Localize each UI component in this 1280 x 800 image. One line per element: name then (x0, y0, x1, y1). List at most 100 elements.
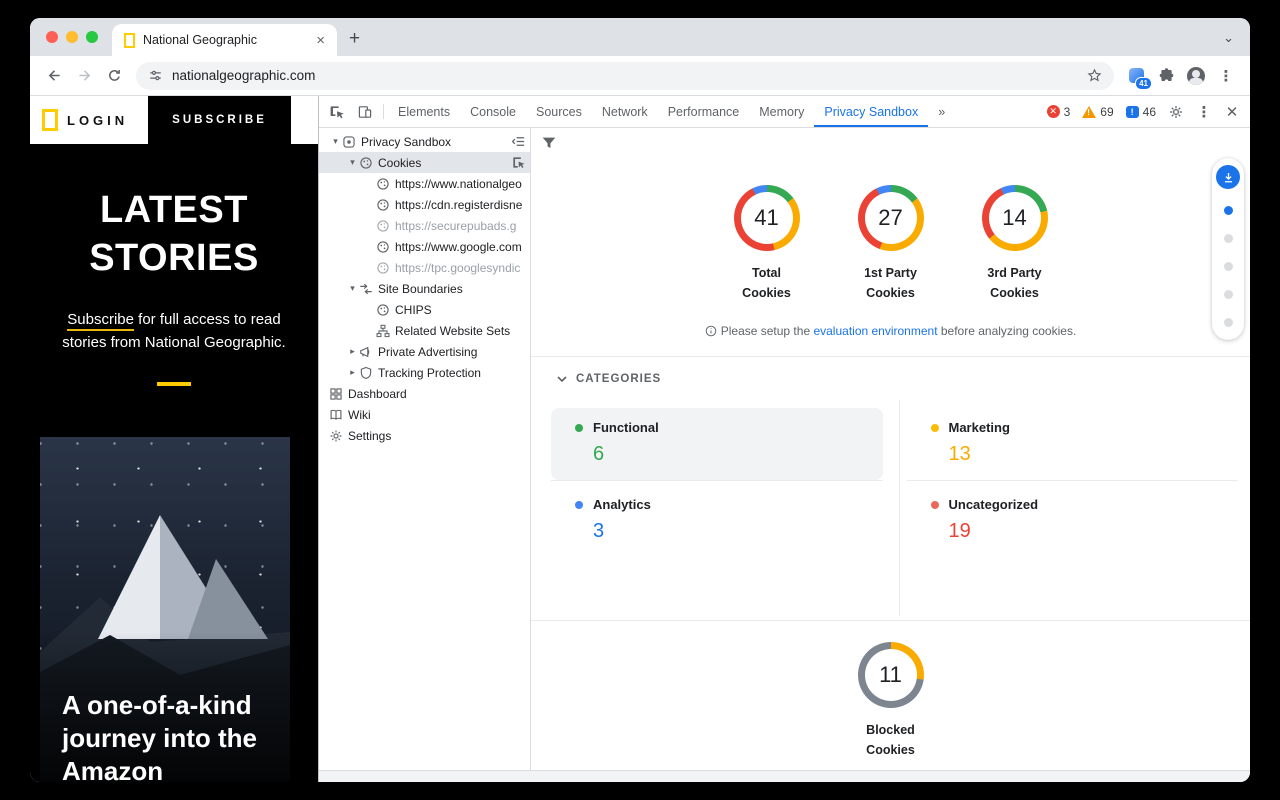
browser-tab[interactable]: National Geographic × (112, 24, 337, 56)
book-icon (329, 408, 343, 422)
tree-item-related-website-sets[interactable]: Related Website Sets (319, 320, 530, 341)
category-value: 19 (949, 520, 1223, 543)
sandbox-icon (342, 135, 356, 149)
categories-header[interactable]: CATEGORIES (557, 373, 661, 385)
tree-collapsed-arrow-icon[interactable]: ▸ (346, 346, 359, 357)
devtools-close-icon[interactable]: ✕ (1218, 103, 1246, 121)
subscribe-button[interactable]: SUBSCRIBE (148, 96, 291, 144)
tab-close-icon[interactable]: × (314, 33, 327, 48)
tree-item-tracking-protection[interactable]: ▸Tracking Protection (319, 362, 530, 383)
close-window-button[interactable] (46, 31, 58, 43)
categories-grid: Functional6 Marketing 13 Analytics 3 Uncatego… (551, 404, 1238, 557)
tree-item-label: https://securepubads.g (395, 219, 516, 233)
subscribe-link[interactable]: Subscribe (67, 311, 134, 331)
devtools-settings-icon[interactable] (1162, 104, 1190, 120)
category-name: Analytics (593, 497, 651, 512)
tree-item-chips[interactable]: CHIPS (319, 299, 530, 320)
natgeo-header: LOGIN SUBSCRIBE (30, 96, 318, 144)
indicator-dot-5[interactable] (1224, 318, 1233, 327)
download-report-button[interactable] (1216, 165, 1240, 189)
tree-item-settings[interactable]: Settings (319, 425, 530, 446)
setup-note: Please setup the evaluation environment … (531, 324, 1250, 338)
indicator-dot-4[interactable] (1224, 290, 1233, 299)
story-card[interactable]: A one-of-a-kind journey into the Amazon (40, 437, 290, 782)
privacy-sandbox-extension-icon[interactable]: 41 (1122, 62, 1150, 90)
bookmark-star-icon[interactable] (1087, 68, 1102, 83)
cookie-icon (376, 303, 390, 317)
new-tab-button[interactable]: + (337, 28, 372, 56)
tree-item-https-tpc-googlesyndic[interactable]: https://tpc.googlesyndic (319, 257, 530, 278)
indicator-dot-1[interactable] (1224, 206, 1233, 215)
warning-icon (1082, 106, 1096, 118)
indicator-dot-2[interactable] (1224, 234, 1233, 243)
devtools-tab-console[interactable]: Console (460, 96, 526, 127)
tab-title: National Geographic (143, 33, 306, 47)
zoom-window-button[interactable] (86, 31, 98, 43)
tree-item-https-cdn-registerdisne[interactable]: https://cdn.registerdisne (319, 194, 530, 215)
category-dot (575, 501, 583, 509)
chrome-menu-icon[interactable]: ⋮ (1212, 62, 1240, 90)
tree-item-site-boundaries[interactable]: ▾Site Boundaries (319, 278, 530, 299)
tree-item-privacy-sandbox[interactable]: ▾Privacy Sandbox (319, 131, 530, 152)
category-uncategorized[interactable]: Uncategorized 19 (907, 481, 1239, 557)
devtools-tab-network[interactable]: Network (592, 96, 658, 127)
category-name: Uncategorized (949, 497, 1039, 512)
cookies-summary: 41TotalCookies271st PartyCookies143rd Pa… (531, 185, 1250, 303)
inspect-element-icon[interactable] (323, 96, 351, 127)
back-button[interactable] (40, 62, 68, 90)
devtools-menu-icon[interactable]: ⋮ (1190, 103, 1218, 121)
tree-item-private-advertising[interactable]: ▸Private Advertising (319, 341, 530, 362)
tree-item-label: https://www.nationalgeo (395, 177, 522, 191)
more-tabs-button[interactable]: » (928, 96, 955, 127)
minimize-window-button[interactable] (66, 31, 78, 43)
tree-item-https-securepubads-g[interactable]: https://securepubads.g (319, 215, 530, 236)
promo-text: Subscribe for full access to read storie… (48, 308, 300, 354)
forward-button[interactable] (70, 62, 98, 90)
address-bar[interactable]: nationalgeographic.com (136, 62, 1114, 90)
tree-expanded-arrow-icon[interactable]: ▾ (329, 136, 342, 147)
browser-toolbar: nationalgeographic.com 41 ⋮ (30, 56, 1250, 96)
site-settings-icon[interactable] (148, 68, 163, 83)
tree-item-label: CHIPS (395, 303, 432, 317)
category-functional[interactable]: Functional6 (551, 404, 883, 481)
category-analytics[interactable]: Analytics 3 (551, 481, 883, 557)
devtools-tab-elements[interactable]: Elements (388, 96, 460, 127)
reload-button[interactable] (100, 62, 128, 90)
category-value: 3 (593, 520, 867, 543)
tree-item-https-www-google-com[interactable]: https://www.google.com (319, 236, 530, 257)
category-marketing[interactable]: Marketing 13 (907, 404, 1239, 481)
tree-collapsed-arrow-icon[interactable]: ▸ (346, 367, 359, 378)
issues-icon: ! (1126, 106, 1139, 118)
category-dot (931, 501, 939, 509)
tree-item-cookies[interactable]: ▾Cookies (319, 152, 530, 173)
issues-count[interactable]: !46 (1126, 105, 1156, 119)
list-menu-icon[interactable] (511, 134, 526, 149)
devtools-tab-privacy-sandbox[interactable]: Privacy Sandbox (814, 96, 928, 127)
category-name: Marketing (949, 420, 1010, 435)
inspect-icon[interactable] (511, 155, 526, 170)
tree-expanded-arrow-icon[interactable]: ▾ (346, 157, 359, 168)
evaluation-environment-link[interactable]: evaluation environment (813, 324, 937, 338)
tab-search-chevron-icon[interactable]: ⌄ (1223, 30, 1250, 56)
devtools-tab-memory[interactable]: Memory (749, 96, 814, 127)
extensions-puzzle-icon[interactable] (1152, 62, 1180, 90)
device-toolbar-icon[interactable] (351, 96, 379, 127)
horizontal-scrollbar[interactable] (319, 770, 1250, 782)
natgeo-logo-icon[interactable] (42, 109, 58, 131)
devtools-tabs-list: ElementsConsoleSourcesNetworkPerformance… (388, 96, 928, 127)
indicator-dot-3[interactable] (1224, 262, 1233, 271)
category-value: 13 (949, 443, 1223, 466)
tree-item-wiki[interactable]: Wiki (319, 404, 530, 425)
tree-item-https-www-nationalgeo[interactable]: https://www.nationalgeo (319, 173, 530, 194)
tree-expanded-arrow-icon[interactable]: ▾ (346, 283, 359, 294)
devtools-tab-performance[interactable]: Performance (658, 96, 750, 127)
tree-item-dashboard[interactable]: Dashboard (319, 383, 530, 404)
warning-count[interactable]: 69 (1082, 105, 1113, 119)
error-count[interactable]: ✕3 (1047, 105, 1071, 119)
filter-funnel-icon[interactable] (540, 134, 558, 152)
url-text: nationalgeographic.com (172, 68, 1078, 83)
login-link[interactable]: LOGIN (67, 113, 128, 128)
devtools-tab-sources[interactable]: Sources (526, 96, 592, 127)
extension-badge: 41 (1135, 77, 1152, 90)
profile-avatar[interactable] (1182, 62, 1210, 90)
